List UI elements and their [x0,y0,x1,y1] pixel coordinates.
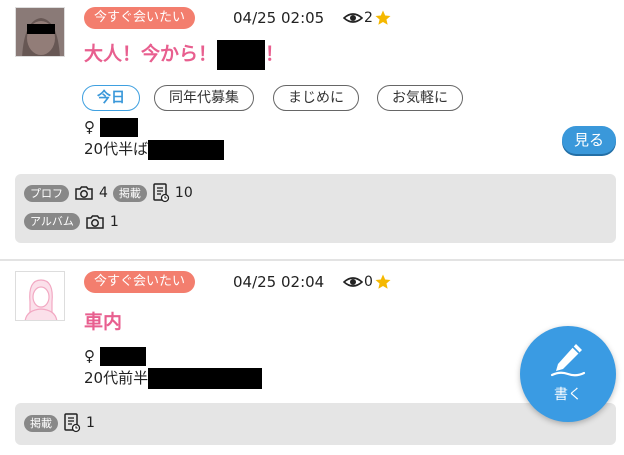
write-post-button[interactable]: 書く [520,326,616,422]
eye-icon [343,13,363,23]
posting-count: 10 [174,185,193,201]
album-label[interactable]: アルバム [24,213,80,230]
meet-now-tag: 今すぐ会いたい [84,7,196,29]
profile-label[interactable]: プロフ [24,184,69,202]
post-timestamp: 04/25 02:05 [233,9,325,27]
redacted-block [99,118,138,137]
profile-photo-count: 4 [99,185,108,201]
document-icon [64,413,81,433]
chip-casual[interactable]: お気軽に [377,85,463,111]
star-icon[interactable] [374,273,392,291]
poster-info: ♀ 20代半ば [84,116,225,160]
post-title-end: ！ [265,43,285,65]
avatar[interactable] [15,271,65,321]
star-icon[interactable] [374,9,392,27]
chip-serious[interactable]: まじめに [273,85,359,111]
post-meta-panel: プロフ 4 掲載 10 アルバム 1 [15,174,616,243]
post-title[interactable]: 大人！今から！ ！ [84,39,284,70]
post-meta-panel: 掲載 1 [15,403,616,445]
meta-row-album: アルバム 1 [24,213,119,230]
album-photo-count: 1 [109,213,119,230]
camera-icon [75,186,93,200]
post-title-text: 大人！今から！ [84,43,218,65]
post-title[interactable]: 車内 [84,307,122,334]
posting-count: 1 [86,415,95,431]
meta-row-profile: プロフ 4 掲載 10 [24,183,193,203]
chip-same-age[interactable]: 同年代募集 [154,85,254,111]
poster-info: ♀ 20代前半 [84,345,263,389]
posting-label[interactable]: 掲載 [112,184,147,202]
meet-now-tag: 今すぐ会いたい [84,271,196,293]
chip-today[interactable]: 今日 [82,85,140,111]
redacted-block [217,39,266,70]
view-count: 2 [343,9,392,27]
default-female-avatar-icon [16,272,64,320]
post-timestamp: 04/25 02:04 [233,273,325,291]
document-icon [153,183,170,203]
avatar-photo-icon [16,8,64,56]
post-card[interactable]: 今すぐ会いたい 04/25 02:05 2 大人！今から！！ 今日 同年代募集 … [0,0,624,259]
redacted-block [148,139,225,160]
gender-symbol: ♀ [84,347,95,365]
meta-row-posting: 掲載 1 [24,413,95,433]
view-button[interactable]: 見る [562,126,616,154]
avatar[interactable] [15,7,65,57]
redacted-block [148,368,263,389]
write-post-label: 書く [554,387,582,403]
camera-icon [86,214,104,229]
view-count: 0 [343,273,392,291]
view-count-value: 0 [364,274,373,290]
eye-icon [343,277,363,287]
pencil-icon [550,344,586,377]
posting-label[interactable]: 掲載 [24,414,58,432]
gender-symbol: ♀ [84,118,95,136]
age-range: 20代半ば [84,140,149,158]
age-range: 20代前半 [84,369,149,387]
view-count-value: 2 [364,10,373,26]
redacted-block [99,347,146,366]
